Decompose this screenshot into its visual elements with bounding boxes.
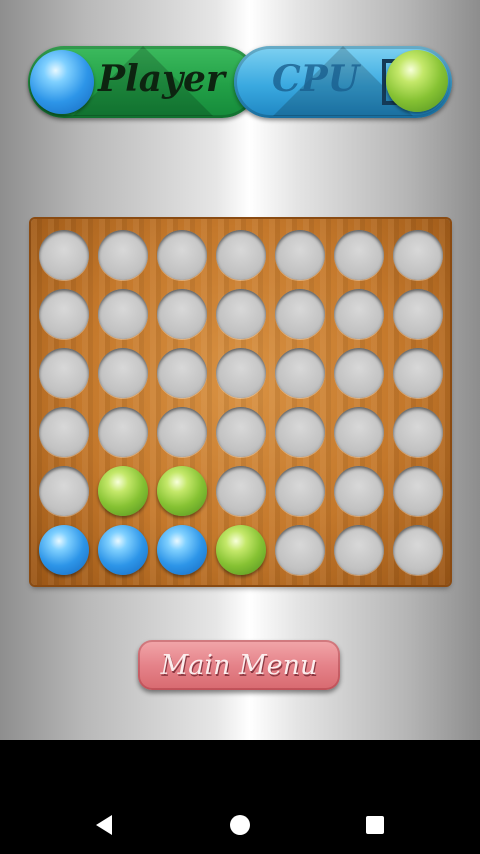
empty-cell[interactable] — [334, 348, 384, 398]
empty-cell[interactable] — [98, 289, 148, 339]
empty-cell[interactable] — [334, 466, 384, 516]
green-disc-cell[interactable] — [157, 466, 207, 516]
empty-cell[interactable] — [157, 230, 207, 280]
empty-cell[interactable] — [98, 348, 148, 398]
main-menu-button[interactable]: Main Menu — [138, 640, 340, 690]
empty-cell[interactable] — [275, 525, 325, 575]
empty-cell[interactable] — [393, 348, 443, 398]
empty-cell[interactable] — [216, 407, 266, 457]
blue-disc-cell[interactable] — [39, 525, 89, 575]
green-disc-cell[interactable] — [216, 525, 266, 575]
empty-cell[interactable] — [393, 289, 443, 339]
home-icon[interactable] — [227, 812, 253, 838]
green-disc-cell[interactable] — [98, 466, 148, 516]
main-menu-label: Main Menu — [160, 649, 318, 681]
empty-cell[interactable] — [275, 289, 325, 339]
empty-cell[interactable] — [216, 348, 266, 398]
recent-apps-icon[interactable] — [362, 812, 388, 838]
empty-cell[interactable] — [98, 230, 148, 280]
empty-cell[interactable] — [393, 466, 443, 516]
empty-cell[interactable] — [275, 407, 325, 457]
empty-cell[interactable] — [39, 289, 89, 339]
empty-cell[interactable] — [39, 230, 89, 280]
empty-cell[interactable] — [393, 407, 443, 457]
empty-cell[interactable] — [157, 289, 207, 339]
empty-cell[interactable] — [334, 289, 384, 339]
empty-cell[interactable] — [39, 348, 89, 398]
empty-cell[interactable] — [157, 348, 207, 398]
empty-cell[interactable] — [157, 407, 207, 457]
blue-disc-cell[interactable] — [98, 525, 148, 575]
empty-cell[interactable] — [216, 289, 266, 339]
cpu-disc-icon — [386, 50, 448, 112]
empty-cell[interactable] — [216, 466, 266, 516]
empty-cell[interactable] — [334, 525, 384, 575]
player-1-disc-icon — [30, 50, 94, 114]
empty-cell[interactable] — [39, 407, 89, 457]
empty-cell[interactable] — [334, 407, 384, 457]
empty-cell[interactable] — [39, 466, 89, 516]
empty-cell[interactable] — [275, 348, 325, 398]
game-board[interactable] — [31, 219, 450, 585]
back-icon[interactable] — [92, 812, 118, 838]
empty-cell[interactable] — [216, 230, 266, 280]
game-screen: Player 1 CPU Main Menu — [0, 0, 480, 740]
empty-cell[interactable] — [98, 407, 148, 457]
cpu-label: CPU — [272, 58, 360, 100]
empty-cell[interactable] — [393, 230, 443, 280]
empty-cell[interactable] — [393, 525, 443, 575]
empty-cell[interactable] — [275, 466, 325, 516]
blue-disc-cell[interactable] — [157, 525, 207, 575]
empty-cell[interactable] — [334, 230, 384, 280]
empty-cell[interactable] — [275, 230, 325, 280]
